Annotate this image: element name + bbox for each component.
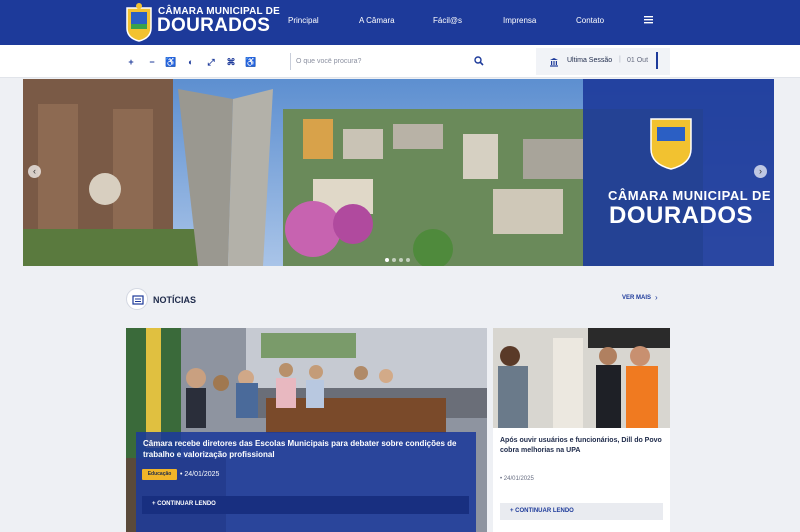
nav-imprensa[interactable]: Imprensa — [503, 16, 536, 25]
nav-a-camara[interactable]: A Câmara — [359, 16, 395, 25]
accessibility-icon[interactable]: ♿ — [164, 55, 178, 69]
increase-font-button[interactable]: + — [124, 55, 138, 69]
news-card[interactable] — [493, 328, 670, 532]
banner-dot[interactable] — [392, 258, 396, 262]
date-text: 24/01/2025 — [184, 471, 220, 478]
fullscreen-icon[interactable]: ⤢ — [204, 55, 218, 69]
featured-news-date: • 24/01/2025 — [180, 471, 220, 478]
news-section-title: NOTÍCIAS — [153, 295, 197, 305]
last-session-label: Ultima Sessão — [567, 57, 613, 64]
news-section-icon — [126, 288, 148, 310]
hamburger-menu-icon[interactable] — [644, 15, 653, 24]
decrease-font-button[interactable]: − — [145, 55, 159, 69]
toolbar-divider — [290, 53, 291, 70]
search-input[interactable] — [296, 54, 466, 69]
chevron-right-icon[interactable]: › — [655, 293, 658, 302]
news-card-headline[interactable]: Após ouvir usuários e funcionários, Dill… — [500, 436, 665, 456]
date-text: 24/01/2025 — [503, 476, 534, 482]
sitemap-icon[interactable]: ⌘ — [224, 55, 238, 69]
building-icon — [550, 58, 558, 67]
banner-prev-button[interactable]: ‹ — [28, 165, 41, 178]
city-photo — [23, 79, 774, 266]
banner-brand-title: DOURADOS — [609, 202, 754, 229]
banner-dot[interactable] — [399, 258, 403, 262]
wheelchair-icon[interactable]: ♿ — [244, 55, 258, 69]
utility-toolbar: + − ♿ ◐ ⤢ ⌘ ♿ — [0, 45, 800, 78]
category-tag[interactable]: Educação — [142, 469, 177, 480]
session-accent-bar — [656, 52, 658, 69]
banner-brand-subtitle: CÂMARA MUNICIPAL DE — [608, 188, 772, 203]
nav-principal[interactable]: Principal — [288, 16, 319, 25]
featured-news-headline[interactable]: Câmara recebe diretores das Escolas Muni… — [143, 438, 468, 460]
last-session-date: 01 Out — [627, 57, 649, 64]
continue-reading-label[interactable]: + CONTINUAR LENDO — [152, 501, 216, 507]
banner-dot[interactable] — [385, 258, 389, 262]
nav-contato[interactable]: Contato — [576, 16, 604, 25]
newspaper-icon — [132, 295, 144, 305]
news-card-date: • 24/01/2025 — [500, 476, 534, 482]
brand-title: DOURADOS — [157, 15, 271, 36]
nav-facil[interactable]: Fácil@s — [433, 16, 462, 25]
hero-banner[interactable] — [23, 79, 774, 266]
coat-of-arms-logo[interactable] — [124, 2, 154, 42]
continue-reading-label[interactable]: + CONTINUAR LENDO — [510, 508, 574, 514]
see-more-link[interactable]: VER MAIS — [622, 295, 651, 301]
banner-dot[interactable] — [406, 258, 410, 262]
search-icon[interactable] — [474, 56, 484, 66]
contrast-icon[interactable]: ◐ — [184, 55, 198, 69]
top-navbar: CÂMARA MUNICIPAL DE DOURADOS Principal A… — [0, 0, 800, 45]
upa-photo — [493, 328, 670, 428]
session-separator: | — [619, 56, 621, 63]
banner-next-button[interactable]: › — [754, 165, 767, 178]
